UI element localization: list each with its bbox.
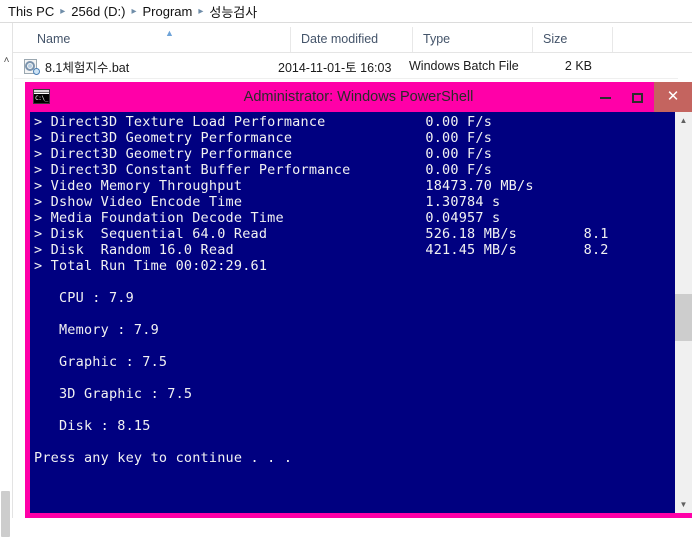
- console-line: > Direct3D Geometry Performance 0.00 F/s: [34, 146, 493, 162]
- navigation-pane-rail: ˄: [0, 23, 13, 537]
- powershell-title-bar[interactable]: C:\_ Administrator: Windows PowerShell ✕: [25, 82, 692, 112]
- column-header-type[interactable]: Type: [413, 27, 533, 52]
- batch-file-icon: [24, 58, 40, 75]
- navigation-pane-scrollbar-thumb[interactable]: [1, 491, 10, 537]
- file-type-cell: Windows Batch File: [409, 59, 519, 73]
- breadcrumb-divider: [0, 22, 692, 23]
- powershell-window: C:\_ Administrator: Windows PowerShell ✕…: [25, 82, 692, 518]
- close-button[interactable]: ✕: [654, 82, 692, 112]
- console-line: > Dshow Video Encode Time 1.30784 s: [34, 194, 501, 210]
- minimize-button[interactable]: [591, 82, 620, 112]
- column-header-size[interactable]: Size: [533, 27, 613, 52]
- console-line: > Disk Random 16.0 Read 421.45 MB/s 8.2: [34, 242, 609, 258]
- maximize-button[interactable]: [623, 82, 652, 112]
- breadcrumb-separator-icon: ▸: [60, 5, 66, 17]
- breadcrumb[interactable]: This PC ▸ 256d (D:) ▸ Program ▸ 성능검사: [0, 0, 692, 22]
- console-output-area[interactable]: > Direct3D Texture Load Performance 0.00…: [30, 112, 687, 513]
- breadcrumb-item-folder[interactable]: 성능검사: [207, 2, 259, 21]
- scrollbar-thumb[interactable]: [675, 294, 692, 341]
- chevron-up-icon[interactable]: ˄: [1, 55, 12, 66]
- minimize-icon: [600, 96, 611, 99]
- scroll-down-arrow-icon[interactable]: ▼: [675, 496, 692, 513]
- column-header-spacer: [613, 27, 692, 52]
- breadcrumb-item-program[interactable]: Program: [141, 4, 195, 19]
- console-line: Press any key to continue . . .: [34, 450, 293, 466]
- table-row[interactable]: 8.1체험지수.bat 2014-11-01-토 16:03 Windows B…: [14, 54, 678, 79]
- console-line: > Disk Sequential 64.0 Read 526.18 MB/s …: [34, 226, 609, 242]
- console-line: Graphic : 7.5: [34, 354, 168, 370]
- file-name-label: 8.1체험지수.bat: [45, 60, 130, 75]
- console-line: > Video Memory Throughput 18473.70 MB/s: [34, 178, 534, 194]
- file-date-modified-cell: 2014-11-01-토 16:03: [278, 60, 392, 75]
- console-line: > Total Run Time 00:02:29.61: [34, 258, 268, 274]
- breadcrumb-separator-icon: ▸: [131, 5, 137, 17]
- console-line: CPU : 7.9: [34, 290, 134, 306]
- breadcrumb-item-this-pc[interactable]: This PC: [6, 4, 56, 19]
- column-header-row: Name ▲ Date modified Type Size: [13, 27, 692, 53]
- console-line: > Direct3D Constant Buffer Performance 0…: [34, 162, 493, 178]
- console-line: 3D Graphic : 7.5: [34, 386, 193, 402]
- file-name-cell[interactable]: 8.1체험지수.bat: [14, 57, 278, 76]
- console-line: > Direct3D Texture Load Performance 0.00…: [34, 114, 493, 130]
- column-header-date-modified[interactable]: Date modified: [291, 27, 413, 52]
- breadcrumb-separator-icon: ▸: [198, 5, 204, 17]
- breadcrumb-item-drive[interactable]: 256d (D:): [69, 4, 127, 19]
- console-text: > Direct3D Texture Load Performance 0.00…: [34, 114, 654, 466]
- scroll-up-arrow-icon[interactable]: ▲: [675, 112, 692, 129]
- file-size-cell: 2 KB: [564, 59, 592, 73]
- console-line: > Media Foundation Decode Time 0.04957 s: [34, 210, 501, 226]
- column-header-name[interactable]: Name: [27, 27, 291, 52]
- console-scrollbar[interactable]: ▲ ▼: [675, 112, 692, 513]
- console-line: Disk : 8.15: [34, 418, 151, 434]
- maximize-icon: [632, 92, 643, 103]
- console-line: > Direct3D Geometry Performance 0.00 F/s: [34, 130, 493, 146]
- sort-ascending-icon: ▲: [165, 28, 174, 38]
- console-line: Memory : 7.9: [34, 322, 159, 338]
